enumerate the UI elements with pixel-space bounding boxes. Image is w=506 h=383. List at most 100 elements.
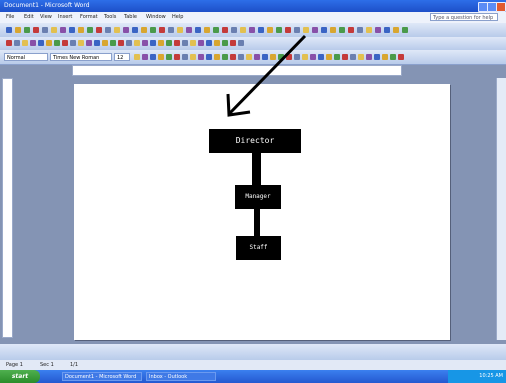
toolbar-button-icon[interactable] [342,54,348,60]
toolbar-button-icon[interactable] [402,27,408,33]
toolbar-button-icon[interactable] [230,54,236,60]
toolbar-button-icon[interactable] [206,40,212,46]
start-button[interactable]: start [0,370,40,383]
toolbar-button-icon[interactable] [78,27,84,33]
toolbar-button-icon[interactable] [174,54,180,60]
toolbar-button-icon[interactable] [54,40,60,46]
toolbar-button-icon[interactable] [24,27,30,33]
menu-format[interactable]: Format [80,14,98,21]
toolbar-button-icon[interactable] [366,54,372,60]
toolbar-button-icon[interactable] [142,54,148,60]
toolbar-button-icon[interactable] [51,27,57,33]
menu-tools[interactable]: Tools [104,14,116,21]
taskbar-item-outlook[interactable]: Inbox - Outlook [146,372,216,381]
toolbar-button-icon[interactable] [270,54,276,60]
toolbar-button-icon[interactable] [87,27,93,33]
toolbar-button-icon[interactable] [312,27,318,33]
toolbar-button-icon[interactable] [382,54,388,60]
toolbar-button-icon[interactable] [339,27,345,33]
toolbar-button-icon[interactable] [366,27,372,33]
toolbar-button-icon[interactable] [150,27,156,33]
menu-file[interactable]: File [6,14,14,21]
toolbar-button-icon[interactable] [15,27,21,33]
menu-table[interactable]: Table [124,14,137,21]
toolbar-button-icon[interactable] [96,27,102,33]
toolbar-button-icon[interactable] [334,54,340,60]
toolbar-button-icon[interactable] [6,40,12,46]
toolbar-button-icon[interactable] [177,27,183,33]
toolbar-button-icon[interactable] [206,54,212,60]
toolbar-button-icon[interactable] [318,54,324,60]
toolbar-button-icon[interactable] [222,27,228,33]
toolbar-button-icon[interactable] [150,54,156,60]
toolbar-button-icon[interactable] [134,54,140,60]
taskbar-item-word[interactable]: Document1 - Microsoft Word [62,372,142,381]
toolbar-button-icon[interactable] [222,54,228,60]
toolbar-button-icon[interactable] [168,27,174,33]
toolbar-button-icon[interactable] [182,54,188,60]
toolbar-button-icon[interactable] [214,40,220,46]
toolbar-button-icon[interactable] [182,40,188,46]
toolbar-button-icon[interactable] [186,27,192,33]
toolbar-button-icon[interactable] [348,27,354,33]
font-size-select[interactable]: 12 [114,53,130,61]
toolbar-button-icon[interactable] [286,54,292,60]
toolbar-button-icon[interactable] [310,54,316,60]
toolbar-button-icon[interactable] [126,40,132,46]
toolbar-button-icon[interactable] [350,54,356,60]
toolbar-button-icon[interactable] [267,27,273,33]
toolbar-button-icon[interactable] [358,54,364,60]
toolbar-button-icon[interactable] [375,27,381,33]
toolbar-button-icon[interactable] [249,27,255,33]
document-page[interactable] [74,84,450,340]
toolbar-button-icon[interactable] [302,54,308,60]
menu-help[interactable]: Help [172,14,183,21]
toolbar-button-icon[interactable] [42,27,48,33]
toolbar-button-icon[interactable] [190,54,196,60]
toolbar-button-icon[interactable] [132,27,138,33]
toolbar-button-icon[interactable] [246,54,252,60]
toolbar-button-icon[interactable] [374,54,380,60]
toolbar-button-icon[interactable] [158,40,164,46]
toolbar-button-icon[interactable] [6,27,12,33]
toolbar-button-icon[interactable] [262,54,268,60]
toolbar-button-icon[interactable] [150,40,156,46]
toolbar-button-icon[interactable] [240,27,246,33]
toolbar-button-icon[interactable] [105,27,111,33]
toolbar-button-icon[interactable] [86,40,92,46]
menu-insert[interactable]: Insert [58,14,72,21]
vertical-scrollbar[interactable] [496,78,506,340]
toolbar-button-icon[interactable] [357,27,363,33]
toolbar-button-icon[interactable] [174,40,180,46]
toolbar-button-icon[interactable] [294,54,300,60]
toolbar-button-icon[interactable] [276,27,282,33]
org-chart-middle-box[interactable]: Manager [235,185,281,209]
toolbar-button-icon[interactable] [69,27,75,33]
toolbar-button-icon[interactable] [159,27,165,33]
menu-window[interactable]: Window [146,14,166,21]
toolbar-button-icon[interactable] [278,54,284,60]
toolbar-button-icon[interactable] [326,54,332,60]
toolbar-button-icon[interactable] [166,40,172,46]
toolbar-button-icon[interactable] [398,54,404,60]
toolbar-button-icon[interactable] [60,27,66,33]
help-search-input[interactable]: Type a question for help [430,13,498,21]
toolbar-button-icon[interactable] [33,27,39,33]
toolbar-button-icon[interactable] [195,27,201,33]
toolbar-button-icon[interactable] [213,27,219,33]
toolbar-button-icon[interactable] [102,40,108,46]
toolbar-button-icon[interactable] [393,27,399,33]
toolbar-button-icon[interactable] [118,40,124,46]
toolbar-button-icon[interactable] [294,27,300,33]
close-button[interactable] [496,2,506,12]
toolbar-button-icon[interactable] [22,40,28,46]
toolbar-button-icon[interactable] [285,27,291,33]
toolbar-button-icon[interactable] [158,54,164,60]
toolbar-button-icon[interactable] [303,27,309,33]
toolbar-button-icon[interactable] [238,40,244,46]
menu-view[interactable]: View [40,14,52,21]
toolbar-button-icon[interactable] [330,27,336,33]
toolbar-button-icon[interactable] [114,27,120,33]
toolbar-button-icon[interactable] [30,40,36,46]
toolbar-button-icon[interactable] [254,54,260,60]
